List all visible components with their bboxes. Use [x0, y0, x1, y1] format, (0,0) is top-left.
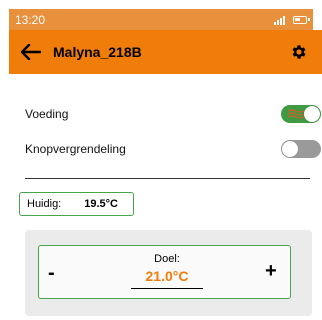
toggle-knob [304, 106, 320, 122]
increase-button[interactable]: + [265, 260, 277, 283]
app-bar: Malyna_218B [9, 30, 322, 74]
setting-row-voeding: Voeding [25, 105, 321, 123]
back-arrow-icon[interactable] [21, 41, 43, 63]
battery-icon [293, 15, 310, 24]
setting-row-knopvergrendeling: Knopvergrendeling [25, 140, 321, 158]
setting-label: Voeding [25, 107, 69, 121]
current-label: Huidig: [27, 198, 62, 210]
signal-icon [274, 15, 285, 25]
divider [25, 178, 310, 179]
voeding-toggle[interactable] [281, 105, 321, 123]
status-time: 13:20 [15, 12, 46, 27]
current-temperature: Huidig: 19.5°C [19, 192, 134, 216]
toggle-knob [282, 141, 298, 157]
heat-waves-icon [287, 109, 305, 119]
gear-icon[interactable] [290, 43, 308, 61]
decrease-button[interactable]: - [48, 262, 55, 285]
knopvergrendeling-toggle[interactable] [281, 140, 321, 158]
current-value: 19.5°C [84, 198, 119, 210]
status-bar: 13:20 [9, 9, 313, 30]
target-label: Doel: [154, 253, 180, 265]
setting-label: Knopvergrendeling [25, 142, 126, 156]
device-title: Malyna_218B [53, 44, 142, 60]
target-underline [131, 288, 203, 289]
target-value: 21.0°C [145, 268, 189, 284]
